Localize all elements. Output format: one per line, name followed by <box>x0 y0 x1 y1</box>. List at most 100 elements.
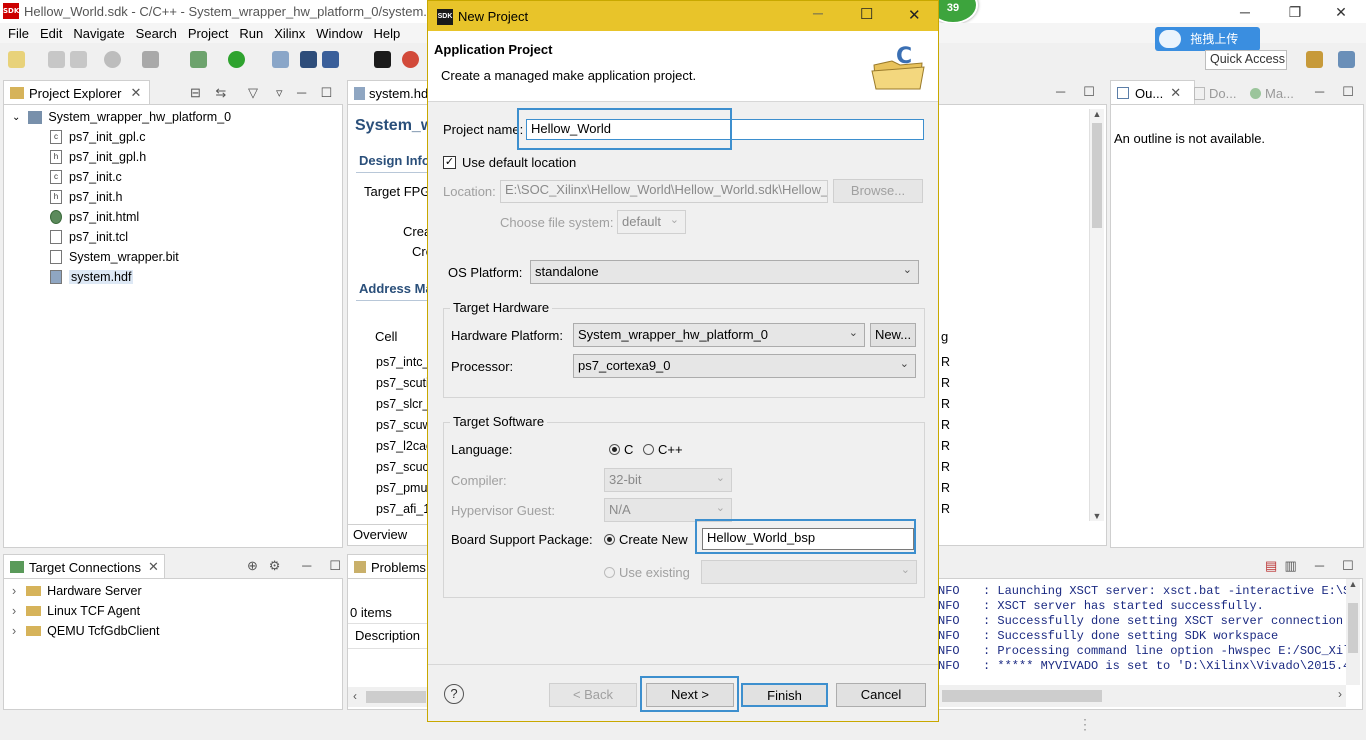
open-perspective-icon[interactable] <box>1306 51 1323 68</box>
language-cpp-radio[interactable]: C++ <box>643 442 683 457</box>
tab-overview[interactable]: Overview <box>348 524 436 545</box>
scroll-down-icon[interactable]: ▼ <box>1090 511 1104 521</box>
scroll-up-icon[interactable]: ▲ <box>1090 109 1104 119</box>
menu-xilinx[interactable]: Xilinx <box>274 26 305 41</box>
restore-icon[interactable]: ❐ <box>1280 2 1310 22</box>
tab-target-connections[interactable]: Target Connections ✕ <box>3 554 165 579</box>
os-platform-select[interactable]: standalone ⌄ <box>530 260 919 284</box>
tab-outline[interactable]: Ou... ✕ <box>1110 80 1195 105</box>
chevron-right-icon[interactable]: › <box>12 584 16 598</box>
tree-root[interactable]: ⌄ System_wrapper_hw_platform_0 <box>4 107 342 127</box>
filter-icon[interactable]: ▽ <box>248 85 258 100</box>
processor-select[interactable]: ps7_cortexa9_0 ⌄ <box>573 354 916 378</box>
console-icon[interactable] <box>300 51 317 68</box>
close-icon[interactable]: ✕ <box>908 6 921 24</box>
scroll-thumb[interactable] <box>1092 123 1102 228</box>
browse-button[interactable]: Browse... <box>833 179 923 203</box>
scroll-thumb[interactable] <box>366 691 426 703</box>
chevron-right-icon[interactable]: › <box>12 604 16 618</box>
tab-system-hdf[interactable]: system.hd <box>347 80 431 105</box>
location-input[interactable]: E:\SOC_Xilinx\Hellow_World\Hellow_World.… <box>500 180 828 203</box>
maximize-icon[interactable]: ☐ <box>1342 558 1354 573</box>
link-editor-icon[interactable]: ⇆ <box>215 85 226 100</box>
list-item[interactable]: c ps7_init_gpl.c <box>4 127 342 147</box>
run-icon[interactable] <box>228 51 245 68</box>
view-menu-icon[interactable]: ▿ <box>276 85 283 100</box>
list-item-selected[interactable]: system.hdf <box>4 267 342 287</box>
file-system-select[interactable]: default ⌄ <box>617 210 686 234</box>
menu-window[interactable]: Window <box>316 26 362 41</box>
tab-make-target[interactable]: Ma... <box>1250 86 1294 101</box>
chevron-down-icon[interactable]: ⌄ <box>12 112 20 123</box>
tab-documentation[interactable]: Do... <box>1194 86 1236 101</box>
new-hardware-button[interactable]: New... <box>870 323 916 347</box>
close-icon[interactable]: ✕ <box>1170 85 1181 101</box>
minimize-icon[interactable]: ─ <box>813 5 823 21</box>
xilinx-tool-icon[interactable] <box>402 51 419 68</box>
radio-selected-icon[interactable] <box>609 444 620 456</box>
tab-problems[interactable]: Problems <box>347 554 431 579</box>
scroll-left-icon[interactable]: ‹ <box>353 689 357 703</box>
collapse-all-icon[interactable]: ⊟ <box>190 85 201 100</box>
maximize-icon[interactable]: ☐ <box>1083 84 1095 99</box>
menu-file[interactable]: File <box>8 26 29 41</box>
menu-navigate[interactable]: Navigate <box>73 26 124 41</box>
minimize-icon[interactable]: ─ <box>1230 2 1260 22</box>
maximize-icon[interactable]: ☐ <box>321 85 333 100</box>
perspective-cpp-icon[interactable] <box>1338 51 1355 68</box>
list-item[interactable]: › Hardware Server <box>4 581 342 601</box>
list-item[interactable]: ps7_init.html <box>4 207 342 227</box>
back-button[interactable]: < Back <box>549 683 637 707</box>
language-c-radio[interactable]: C <box>609 442 633 457</box>
menu-search[interactable]: Search <box>136 26 177 41</box>
clear-console-icon[interactable]: ▤ <box>1265 558 1277 573</box>
minimize-icon[interactable]: ─ <box>297 85 306 100</box>
compiler-select[interactable]: 32-bit ⌄ <box>604 468 732 492</box>
build-icon[interactable] <box>104 51 121 68</box>
save-all-icon[interactable] <box>70 51 87 68</box>
maximize-icon[interactable]: ☐ <box>329 558 341 573</box>
menu-edit[interactable]: Edit <box>40 26 62 41</box>
list-item[interactable]: System_wrapper.bit <box>4 247 342 267</box>
list-item[interactable]: › QEMU TcfGdbClient <box>4 621 342 641</box>
save-icon[interactable] <box>48 51 65 68</box>
editor-scrollbar[interactable]: ▲ ▼ <box>1089 109 1104 521</box>
radio-unselected-icon[interactable] <box>604 567 615 579</box>
description-column-header[interactable]: Description <box>355 628 420 643</box>
tools-icon[interactable] <box>142 51 159 68</box>
terminal-icon[interactable] <box>374 51 391 68</box>
program-fpga-icon[interactable] <box>322 51 339 68</box>
skip-icon[interactable] <box>272 51 289 68</box>
finish-button[interactable]: Finish <box>741 683 828 707</box>
new-connection-icon[interactable]: ⊕ <box>247 558 258 573</box>
chevron-right-icon[interactable]: › <box>12 624 16 638</box>
problems-hscrollbar[interactable]: ‹ <box>348 687 430 707</box>
scroll-right-icon[interactable]: › <box>1338 687 1342 701</box>
menu-project[interactable]: Project <box>188 26 228 41</box>
scroll-thumb[interactable] <box>942 690 1102 702</box>
maximize-icon[interactable]: ☐ <box>1342 84 1354 99</box>
radio-unselected-icon[interactable] <box>643 444 654 456</box>
scroll-thumb[interactable] <box>1348 603 1358 653</box>
minimize-icon[interactable]: ─ <box>1315 558 1324 573</box>
hardware-platform-select[interactable]: System_wrapper_hw_platform_0 ⌄ <box>573 323 865 347</box>
list-item[interactable]: ps7_init.tcl <box>4 227 342 247</box>
bsp-create-new-radio[interactable]: Create New <box>604 532 688 547</box>
quick-access-field[interactable]: Quick Access <box>1205 50 1287 70</box>
tab-project-explorer[interactable]: Project Explorer ✕ <box>3 80 150 105</box>
list-item[interactable]: › Linux TCF Agent <box>4 601 342 621</box>
bsp-use-existing-radio[interactable]: Use existing <box>604 565 690 580</box>
list-item[interactable]: c ps7_init.c <box>4 167 342 187</box>
scroll-up-icon[interactable]: ▲ <box>1346 579 1360 589</box>
existing-bsp-select[interactable]: ⌄ <box>701 560 917 584</box>
debug-icon[interactable] <box>190 51 207 68</box>
minimize-icon[interactable]: ─ <box>1056 84 1065 99</box>
menu-run[interactable]: Run <box>239 26 263 41</box>
help-icon[interactable]: ? <box>444 684 464 704</box>
pin-console-icon[interactable]: ▥ <box>1285 558 1297 573</box>
connection-settings-icon[interactable]: ⚙ <box>269 558 281 573</box>
new-icon[interactable] <box>8 51 25 68</box>
maximize-icon[interactable]: ☐ <box>860 5 873 23</box>
menu-help[interactable]: Help <box>374 26 401 41</box>
close-icon[interactable]: ✕ <box>130 85 141 101</box>
